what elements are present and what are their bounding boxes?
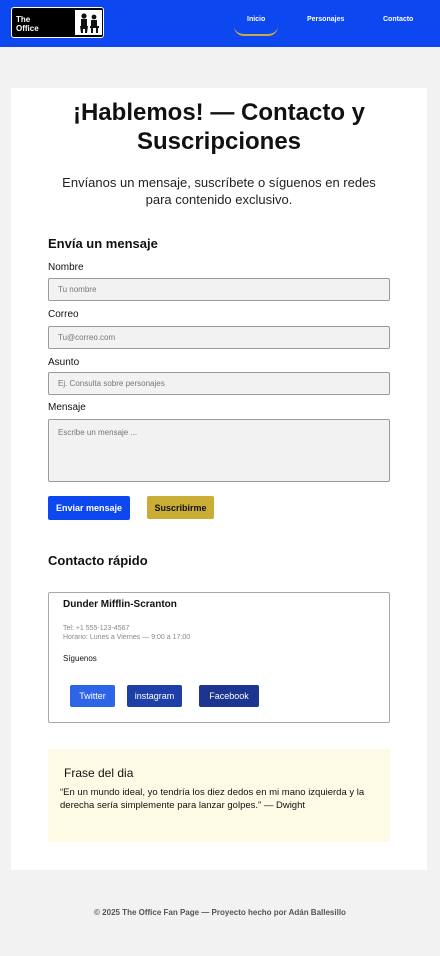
nav-active-indicator xyxy=(234,26,278,36)
company-name: Dunder Mifflin-Scranton xyxy=(63,599,177,610)
quote-text: “En un mundo ideal, yo tendría los diez … xyxy=(60,787,365,811)
page-title: ¡Hablemos! — Contacto y Suscripciones xyxy=(72,99,366,155)
nav-link-contacto[interactable]: Contacto xyxy=(383,16,413,23)
facebook-button[interactable]: Facebook xyxy=(199,685,259,707)
subscribe-button[interactable]: Suscribirme xyxy=(147,496,214,519)
message-field[interactable] xyxy=(48,419,390,482)
quick-contact-heading: Contacto rápido xyxy=(48,553,148,568)
quick-contact-box: Dunder Mifflin-Scranton Tel: +1 555-123-… xyxy=(48,592,390,723)
phone-text: Tel: +1 555-123-4567 xyxy=(63,625,130,632)
email-field[interactable] xyxy=(48,326,390,349)
subject-label: Asunto xyxy=(48,357,80,368)
contact-card: ¡Hablemos! — Contacto y Suscripciones En… xyxy=(11,88,427,870)
email-label: Correo xyxy=(48,309,79,320)
subject-field[interactable] xyxy=(48,372,390,395)
logo-text: The Office xyxy=(16,15,39,33)
nav-link-personajes[interactable]: Personajes xyxy=(307,16,344,23)
logo-line-1: The xyxy=(16,15,31,24)
follow-label: Síguenos xyxy=(63,654,97,663)
send-message-button[interactable]: Enviar mensaje xyxy=(48,496,130,520)
nav-link-inicio[interactable]: Inicio xyxy=(247,16,265,23)
form-heading: Envía un mensaje xyxy=(48,236,158,251)
logo-image-icon xyxy=(75,10,102,35)
footer-text: © 2025 The Office Fan Page — Proyecto he… xyxy=(94,908,346,917)
twitter-button[interactable]: Twitter xyxy=(70,685,115,707)
hours-text: Horario: Lunes a Viernes — 9:00 a 17:00 xyxy=(63,634,191,641)
message-label: Mensaje xyxy=(48,402,86,413)
quote-title: Frase del dia xyxy=(64,766,134,780)
site-logo[interactable]: The Office xyxy=(11,7,104,38)
name-label: Nombre xyxy=(48,262,84,273)
name-field[interactable] xyxy=(48,278,390,301)
quote-of-the-day: Frase del dia “En un mundo ideal, yo ten… xyxy=(48,749,390,842)
logo-line-2: Office xyxy=(16,24,39,33)
top-navbar: The Office Inicio Personajes Contacto xyxy=(0,0,440,47)
instagram-button[interactable]: instagram xyxy=(127,685,182,707)
page-subtitle: Envíanos un mensaje, suscríbete o síguen… xyxy=(62,175,376,207)
